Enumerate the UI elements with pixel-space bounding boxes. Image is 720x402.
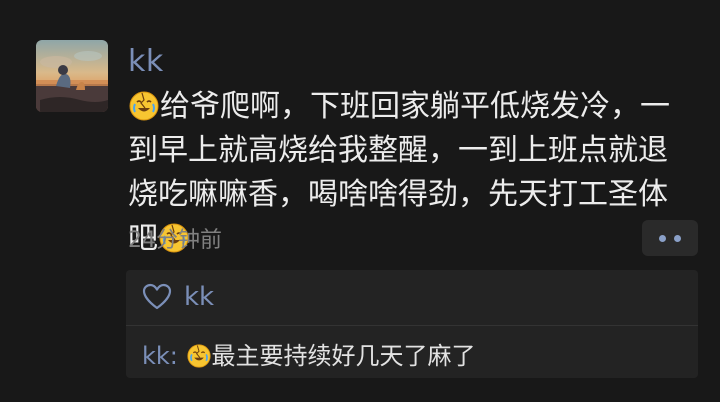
comment-author[interactable]: kk: [142,342,178,370]
divider [126,325,698,326]
comment-text: 最主要持续好几天了麻了 [211,342,476,370]
avatar[interactable] [36,40,108,112]
heart-icon [142,283,172,310]
likes-row: kk [142,282,214,312]
post-username[interactable]: kk [128,44,164,79]
like-user-name[interactable]: kk [184,282,214,312]
crying-laughing-emoji-icon [186,344,211,368]
comment-item[interactable]: kk: 最主要持续好几天了麻了 [142,336,476,371]
dot-icon [674,234,681,242]
post-timestamp: 24分钟前 [128,228,222,253]
crying-laughing-emoji-icon [129,90,159,121]
interaction-panel: kk kk: 最主要持续好几天了麻了 [126,270,698,378]
dot-icon [659,234,666,242]
more-actions-button[interactable] [642,220,698,256]
